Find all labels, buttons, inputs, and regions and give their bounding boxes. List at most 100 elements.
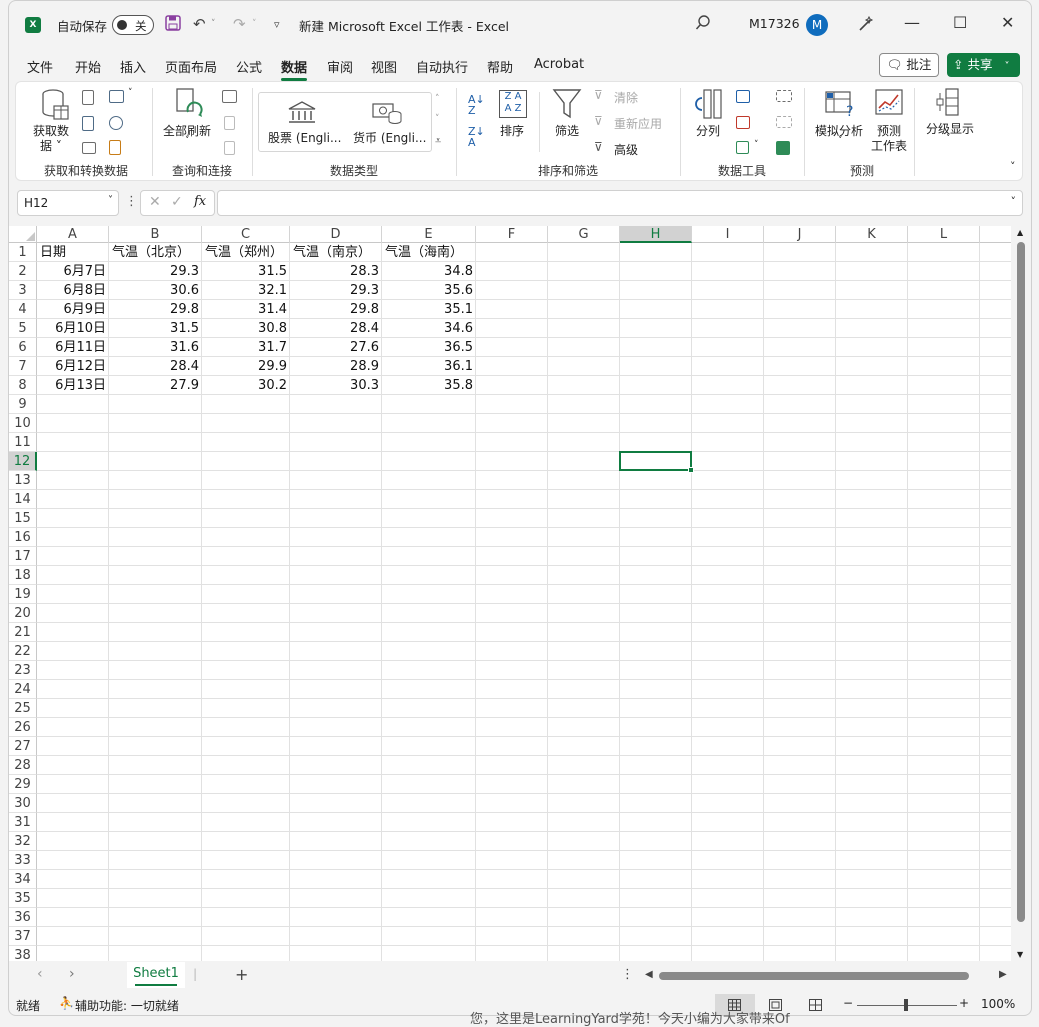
search-icon[interactable] [695, 15, 711, 35]
advanced-filter-icon[interactable]: ⊽ [594, 140, 603, 154]
column-header-c[interactable]: C [202, 226, 290, 243]
row-header-3[interactable]: 3 [9, 281, 37, 300]
row-header-23[interactable]: 23 [9, 661, 37, 680]
date-cell[interactable]: 6月10日 [37, 319, 109, 338]
row-header-24[interactable]: 24 [9, 680, 37, 699]
row-header-9[interactable]: 9 [9, 395, 37, 414]
from-web-icon[interactable] [109, 90, 124, 103]
tab-formulas[interactable]: 公式 [236, 56, 262, 77]
row-header-26[interactable]: 26 [9, 718, 37, 737]
row-header-17[interactable]: 17 [9, 547, 37, 566]
row-header-31[interactable]: 31 [9, 813, 37, 832]
temperature-cell[interactable]: 29.8 [290, 300, 382, 319]
row-header-38[interactable]: 38 [9, 946, 37, 961]
queries-icon[interactable] [109, 140, 121, 155]
undo-icon[interactable]: ↶ [193, 15, 206, 33]
insert-function-icon[interactable]: fx [194, 194, 206, 209]
data-validation-dropdown-icon[interactable]: ˅ [754, 140, 759, 150]
temperature-cell[interactable]: 35.1 [382, 300, 476, 319]
row-header-25[interactable]: 25 [9, 699, 37, 718]
tab-view[interactable]: 视图 [371, 56, 397, 77]
header-cell[interactable]: 气温（海南） [382, 243, 466, 262]
tab-review[interactable]: 审阅 [327, 56, 353, 77]
row-header-12[interactable]: 12 [9, 452, 37, 471]
sheet-tab-sheet1[interactable]: Sheet1 [127, 962, 185, 988]
temperature-cell[interactable]: 30.6 [109, 281, 202, 300]
temperature-cell[interactable]: 32.1 [202, 281, 290, 300]
row-header-10[interactable]: 10 [9, 414, 37, 433]
sort-desc-icon[interactable]: Z↓ A [468, 126, 485, 148]
next-sheet-icon[interactable]: › [69, 966, 75, 982]
row-header-11[interactable]: 11 [9, 433, 37, 452]
date-cell[interactable]: 6月8日 [37, 281, 109, 300]
remove-duplicates-icon[interactable] [736, 116, 750, 129]
row-header-5[interactable]: 5 [9, 319, 37, 338]
scroll-right-icon[interactable]: ▶ [999, 969, 1007, 980]
temperature-cell[interactable]: 35.8 [382, 376, 476, 395]
row-header-21[interactable]: 21 [9, 623, 37, 642]
row-header-33[interactable]: 33 [9, 851, 37, 870]
scroll-up-icon[interactable]: ▲ [1017, 228, 1023, 237]
tab-data[interactable]: 数据 [281, 56, 308, 81]
row-header-16[interactable]: 16 [9, 528, 37, 547]
from-text-icon[interactable] [82, 90, 94, 105]
more-options-icon[interactable]: ⋮ [125, 194, 138, 209]
advanced-label[interactable]: 高级 [614, 141, 638, 158]
row-header-37[interactable]: 37 [9, 927, 37, 946]
from-table-icon[interactable] [82, 116, 94, 131]
column-header-i[interactable]: I [692, 226, 764, 243]
temperature-cell[interactable]: 29.3 [109, 262, 202, 281]
row-header-14[interactable]: 14 [9, 490, 37, 509]
properties-icon[interactable] [224, 116, 235, 130]
temperature-cell[interactable]: 28.3 [290, 262, 382, 281]
temperature-cell[interactable]: 36.1 [382, 357, 476, 376]
gallery-up-icon[interactable]: ˄ [435, 94, 440, 104]
column-header-f[interactable]: F [476, 226, 548, 243]
select-all-button[interactable] [9, 226, 37, 243]
temperature-cell[interactable]: 36.5 [382, 338, 476, 357]
temperature-cell[interactable]: 28.9 [290, 357, 382, 376]
tab-file[interactable]: 文件 [27, 56, 53, 77]
temperature-cell[interactable]: 34.6 [382, 319, 476, 338]
column-header-h[interactable]: H [620, 226, 692, 243]
collapse-ribbon-icon[interactable]: ˅ [1010, 160, 1016, 173]
temperature-cell[interactable]: 27.9 [109, 376, 202, 395]
column-header-b[interactable]: B [109, 226, 202, 243]
from-web-dropdown-icon[interactable]: ˅ [128, 88, 133, 98]
row-header-18[interactable]: 18 [9, 566, 37, 585]
undo-dropdown-icon[interactable]: ˅ [211, 19, 216, 29]
name-box[interactable]: H12 ˅ [17, 190, 119, 216]
row-header-35[interactable]: 35 [9, 889, 37, 908]
edit-links-icon[interactable] [224, 141, 235, 155]
row-header-8[interactable]: 8 [9, 376, 37, 395]
customize-toolbar-icon[interactable]: ▿ [274, 18, 280, 31]
horizontal-scroll-thumb[interactable] [659, 972, 969, 980]
queries-connections-icon[interactable] [222, 90, 237, 103]
row-header-15[interactable]: 15 [9, 509, 37, 528]
row-header-29[interactable]: 29 [9, 775, 37, 794]
relationships-icon[interactable] [776, 116, 792, 128]
share-dropdown-icon[interactable]: ˅ [1004, 61, 1009, 72]
row-header-20[interactable]: 20 [9, 604, 37, 623]
temperature-cell[interactable]: 30.2 [202, 376, 290, 395]
column-header-e[interactable]: E [382, 226, 476, 243]
header-cell[interactable]: 气温（北京） [109, 243, 193, 262]
row-header-22[interactable]: 22 [9, 642, 37, 661]
row-header-34[interactable]: 34 [9, 870, 37, 889]
consolidate-icon[interactable] [776, 90, 792, 102]
temperature-cell[interactable]: 31.4 [202, 300, 290, 319]
tab-help[interactable]: 帮助 [487, 56, 513, 77]
row-header-30[interactable]: 30 [9, 794, 37, 813]
maximize-icon[interactable]: ☐ [953, 13, 967, 32]
zoom-in-icon[interactable]: + [959, 996, 969, 1010]
temperature-cell[interactable]: 34.8 [382, 262, 476, 281]
data-validation-icon[interactable] [736, 141, 749, 154]
row-header-13[interactable]: 13 [9, 471, 37, 490]
data-model-icon[interactable] [776, 141, 790, 155]
formula-input[interactable]: ˅ [217, 190, 1023, 216]
row-header-36[interactable]: 36 [9, 908, 37, 927]
tab-acrobat[interactable]: Acrobat [534, 56, 584, 73]
column-header-g[interactable]: G [548, 226, 620, 243]
column-header-j[interactable]: J [764, 226, 836, 243]
expand-formula-icon[interactable]: ˅ [1011, 195, 1017, 208]
